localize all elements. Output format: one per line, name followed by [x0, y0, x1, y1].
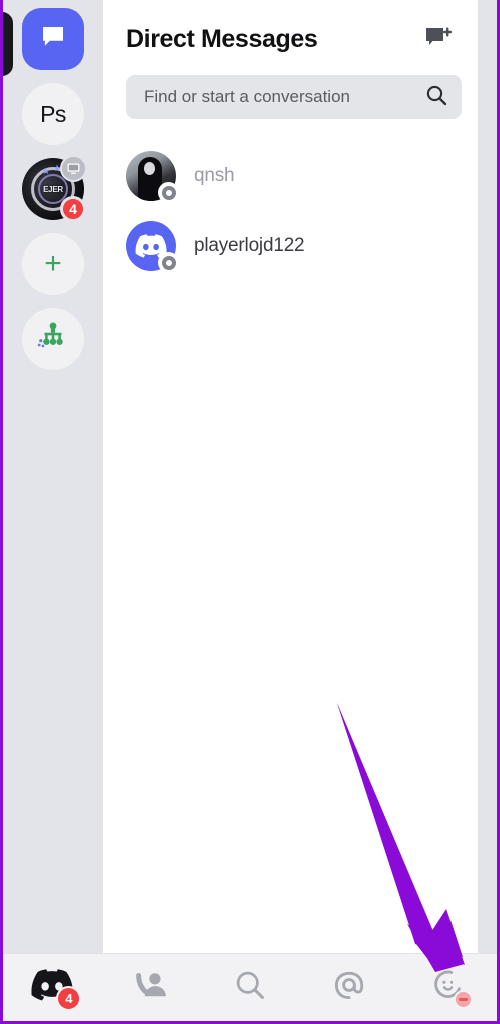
- tab-mentions[interactable]: [299, 954, 398, 1021]
- sidebar-item-server-ejer[interactable]: ★ ★ ★ EJER 4: [22, 155, 87, 222]
- status-badge: [158, 182, 179, 203]
- bottom-navigation-bar: 4: [3, 953, 497, 1021]
- direct-messages-panel: Direct Messages Find or start a conversa…: [103, 0, 478, 956]
- speech-bubble-icon: [38, 22, 68, 57]
- search-placeholder: Find or start a conversation: [144, 87, 350, 106]
- add-server-button[interactable]: +: [22, 233, 84, 295]
- page-title: Direct Messages: [126, 24, 318, 53]
- avatar[interactable]: [126, 151, 179, 203]
- tab-search[interactable]: [201, 954, 300, 1021]
- discord-mobile-app: Ps ★ ★ ★ EJER 4 +: [0, 0, 500, 1024]
- person-wave-icon: [133, 969, 169, 1006]
- server-rail-cutoff-item[interactable]: [3, 12, 13, 76]
- explore-servers-button[interactable]: [22, 308, 84, 370]
- server-ejer-crest-label: EJER: [43, 184, 63, 194]
- tab-profile[interactable]: [398, 954, 497, 1021]
- dm-username: playerlojd122: [194, 235, 305, 256]
- right-edge-strip: [478, 0, 497, 956]
- tab-home[interactable]: 4: [3, 954, 102, 1021]
- sidebar-item-server-ps[interactable]: Ps: [22, 83, 84, 145]
- list-item[interactable]: playerlojd122: [126, 211, 478, 281]
- dm-list: qnsh playerlojd122: [103, 141, 478, 281]
- at-mention-icon: [331, 967, 367, 1008]
- server-unread-badge: 4: [60, 196, 86, 222]
- home-unread-badge: 4: [56, 986, 82, 1011]
- search-icon[interactable]: [424, 83, 448, 112]
- server-ps-label: Ps: [40, 100, 66, 127]
- new-message-icon[interactable]: [422, 24, 456, 54]
- screen-share-icon: [60, 155, 87, 182]
- avatar[interactable]: [126, 221, 179, 273]
- dm-username: qnsh: [194, 165, 235, 186]
- list-item[interactable]: qnsh: [126, 141, 478, 211]
- status-badge-dnd: [453, 990, 473, 1009]
- panel-header: Direct Messages: [103, 0, 478, 54]
- sidebar-item-direct-messages[interactable]: [22, 8, 84, 70]
- server-rail: Ps ★ ★ ★ EJER 4 +: [3, 0, 103, 956]
- server-network-icon: [36, 320, 70, 359]
- tab-friends[interactable]: [102, 954, 201, 1021]
- status-badge: [158, 252, 179, 273]
- search-icon: [233, 968, 267, 1007]
- search-input[interactable]: Find or start a conversation: [126, 75, 462, 119]
